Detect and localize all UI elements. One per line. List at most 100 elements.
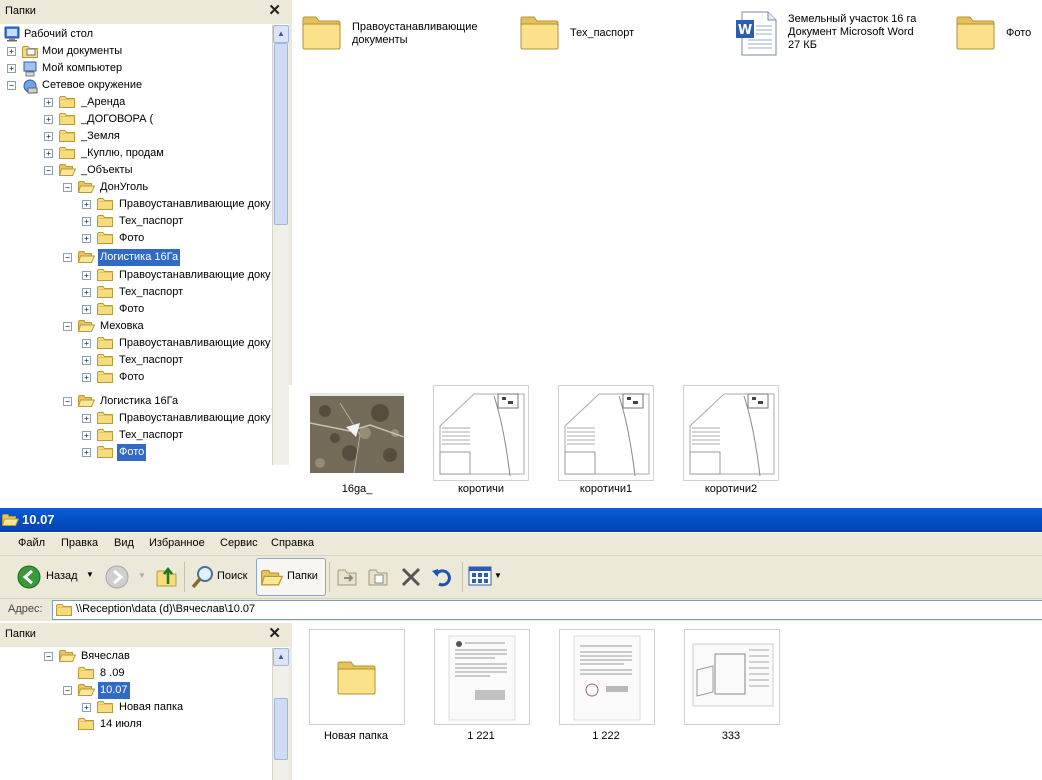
expand-icon[interactable]: + (82, 356, 91, 365)
tree-item-network[interactable]: − Сетевое окружение (0, 77, 272, 94)
thumbnail-photo[interactable] (310, 387, 404, 481)
tree-item-folder-selected[interactable]: − 10.07 (0, 682, 272, 699)
tree-item-folder[interactable]: + Правоустанавливающие доку (0, 410, 272, 427)
expand-icon[interactable]: + (44, 132, 53, 141)
tree-item-folder[interactable]: − Логистика 16Га (0, 393, 272, 410)
expand-icon[interactable]: + (44, 98, 53, 107)
tree-item-folder[interactable]: + Фото (0, 230, 272, 247)
expand-icon[interactable]: + (82, 305, 91, 314)
tree-item-my-computer[interactable]: + Мой компьютер (0, 60, 272, 77)
folders-button[interactable]: Папки (256, 558, 326, 596)
collapse-icon[interactable]: − (63, 253, 72, 262)
expand-icon[interactable]: + (82, 271, 91, 280)
expand-icon[interactable]: + (82, 703, 91, 712)
tree-item-folder[interactable]: + Правоустанавливающие доку (0, 335, 272, 352)
expand-icon[interactable]: + (82, 414, 91, 423)
tree-item-desktop[interactable]: Рабочий стол (0, 26, 272, 43)
tree-item-folder[interactable]: 14 июля (0, 716, 272, 733)
thumbnail-document[interactable] (434, 629, 530, 725)
content-folder-item[interactable]: Правоустанавливающие документы (302, 14, 502, 58)
expand-icon[interactable]: + (44, 149, 53, 158)
menu-favorites[interactable]: Избранное (149, 537, 205, 549)
menu-tools[interactable]: Сервис (220, 537, 258, 549)
tree-scrollbar[interactable]: ▲ (272, 648, 289, 780)
content-file-item[interactable]: W Земельный участок 16 га Документ Micro… (734, 10, 934, 58)
expand-icon[interactable]: + (82, 339, 91, 348)
expand-icon[interactable]: + (7, 64, 16, 73)
collapse-icon[interactable]: − (63, 397, 72, 406)
expand-icon[interactable]: + (82, 200, 91, 209)
search-button[interactable]: Поиск (190, 562, 252, 592)
forward-button[interactable]: ▼ (104, 564, 146, 590)
expand-icon[interactable]: + (82, 373, 91, 382)
tree-item-folder[interactable]: + Тех_паспорт (0, 427, 272, 444)
expand-icon[interactable]: + (7, 47, 16, 56)
collapse-icon[interactable]: − (7, 81, 16, 90)
tree-item-folder[interactable]: + Фото (0, 301, 272, 318)
tree-item-folder[interactable]: 8 .09 (0, 665, 272, 682)
expand-icon[interactable]: + (44, 115, 53, 124)
close-icon[interactable]: ✕ (268, 624, 281, 644)
thumbnail-document[interactable] (684, 629, 780, 725)
expand-icon[interactable]: + (82, 448, 91, 457)
scroll-up-icon[interactable]: ▲ (273, 25, 289, 43)
expand-icon[interactable]: + (82, 431, 91, 440)
collapse-icon[interactable]: − (44, 652, 53, 661)
thumbnail-plan[interactable] (433, 385, 529, 481)
address-input[interactable]: \\Reception\data (d)\Вячеслав\10.07 (52, 600, 1042, 620)
thumbnail-document[interactable] (559, 629, 655, 725)
collapse-icon[interactable]: − (44, 166, 53, 175)
expand-icon[interactable]: + (82, 234, 91, 243)
chevron-down-icon[interactable]: ▼ (494, 571, 502, 580)
tree-item-folder[interactable]: + Тех_паспорт (0, 284, 272, 301)
views-button[interactable]: ▼ (468, 565, 504, 589)
scroll-thumb[interactable] (274, 43, 288, 225)
thumbnail-plan[interactable] (558, 385, 654, 481)
tree-item-folder[interactable]: + Правоустанавливающие доку (0, 196, 272, 213)
tree-item-folder[interactable]: + Тех_паспорт (0, 213, 272, 230)
scroll-thumb[interactable] (274, 698, 288, 760)
copy-to-button[interactable] (367, 565, 391, 589)
tree-item-folder[interactable]: + Тех_паспорт (0, 352, 272, 369)
back-button[interactable]: Назад ▼ (16, 562, 96, 592)
thumbnail-plan[interactable] (683, 385, 779, 481)
chevron-down-icon[interactable]: ▼ (138, 571, 146, 580)
tree-item-folder[interactable]: − ДонУголь (0, 179, 272, 196)
collapse-icon[interactable]: − (63, 322, 72, 331)
menu-help[interactable]: Справка (271, 537, 314, 549)
tree-item-folder[interactable]: − _Объекты (0, 162, 272, 179)
menu-edit[interactable]: Правка (61, 537, 98, 549)
tree-item-my-documents[interactable]: + Мои документы (0, 43, 272, 60)
content-folder-item[interactable]: Фото (956, 14, 1042, 58)
tree-item-folder[interactable]: + _Земля (0, 128, 272, 145)
toolbar-separator (184, 562, 185, 592)
scroll-up-icon[interactable]: ▲ (273, 648, 289, 666)
chevron-down-icon[interactable]: ▼ (86, 570, 94, 579)
tree-item-folder[interactable]: + Новая папка (0, 699, 272, 716)
thumbnail-folder[interactable] (309, 629, 405, 725)
window-titlebar[interactable]: 10.07 (0, 508, 1042, 532)
content-scrollbar[interactable] (1034, 0, 1042, 385)
tree-item-folder[interactable]: + _Аренда (0, 94, 272, 111)
tree-item-folder[interactable]: + _ДОГОВОРА ( (0, 111, 272, 128)
content-folder-item[interactable]: Тех_паспорт (520, 14, 670, 58)
tree-item-folder-selected[interactable]: + Фото (0, 444, 272, 461)
tree-scrollbar[interactable]: ▲ (272, 25, 289, 465)
tree-item-folder[interactable]: − Меховка (0, 318, 272, 335)
delete-button[interactable] (399, 565, 423, 589)
tree-item-folder[interactable]: + _Куплю, продам (0, 145, 272, 162)
tree-item-folder[interactable]: − Логистика 16Га (0, 249, 272, 266)
up-folder-button[interactable] (154, 564, 180, 590)
collapse-icon[interactable]: − (63, 686, 72, 695)
expand-icon[interactable]: + (82, 288, 91, 297)
tree-item-folder[interactable]: + Правоустанавливающие доку (0, 267, 272, 284)
menu-view[interactable]: Вид (114, 537, 134, 549)
tree-item-folder[interactable]: + Фото (0, 369, 272, 386)
tree-item-folder[interactable]: − Вячеслав (0, 648, 272, 665)
undo-button[interactable] (430, 565, 454, 589)
collapse-icon[interactable]: − (63, 183, 72, 192)
menu-file[interactable]: Файл (18, 537, 45, 549)
move-to-button[interactable] (336, 565, 360, 589)
close-icon[interactable]: ✕ (268, 1, 281, 21)
expand-icon[interactable]: + (82, 217, 91, 226)
